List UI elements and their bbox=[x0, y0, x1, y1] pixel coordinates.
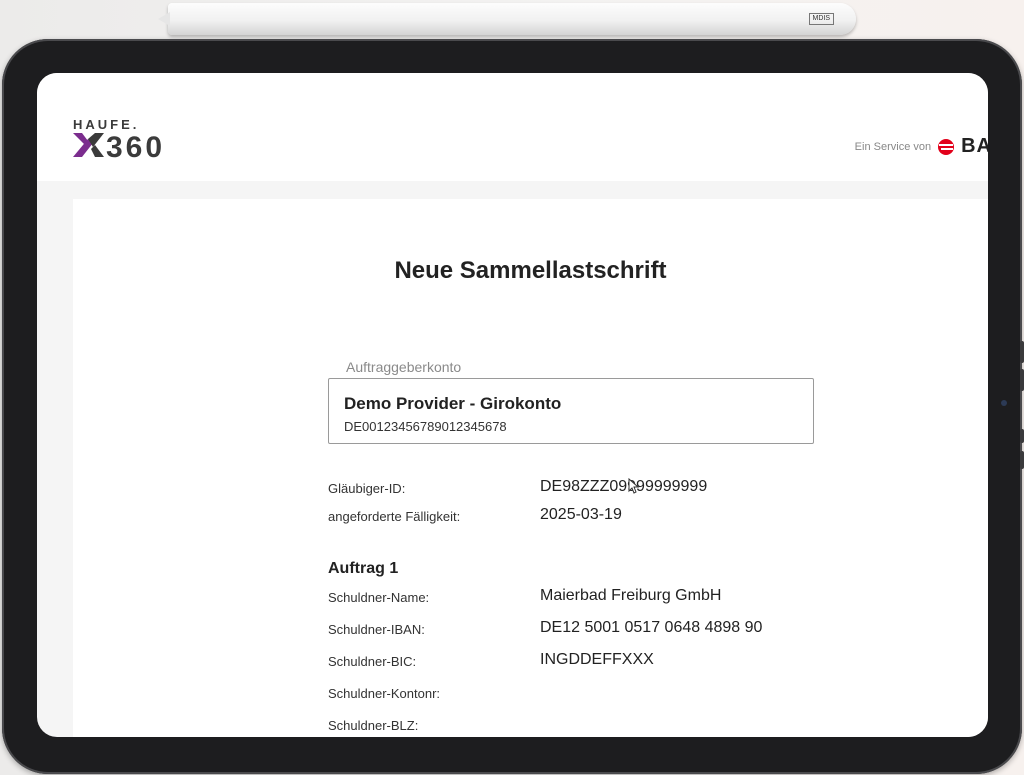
haufe-x360-logo: 360 bbox=[73, 131, 165, 159]
account-select[interactable]: Demo Provider - Girokonto DE001234567890… bbox=[328, 378, 814, 444]
service-provider: Ein Service von BA bbox=[855, 135, 988, 158]
debtor-iban-value: DE12 5001 0517 0648 4898 90 bbox=[540, 619, 763, 636]
service-brand: BA bbox=[961, 135, 988, 157]
debtor-name-label: Schuldner-Name: bbox=[328, 590, 430, 605]
debtor-iban-label: Schuldner-IBAN: bbox=[328, 622, 425, 637]
stylus-brand: MDIS bbox=[808, 13, 834, 25]
debtor-bic-label: Schuldner-BIC: bbox=[328, 654, 417, 669]
account-iban: DE00123456789012345678 bbox=[344, 419, 507, 434]
tablet-side-button bbox=[1020, 429, 1024, 443]
tablet-side-button bbox=[1020, 369, 1024, 391]
creditor-id-label: Gläubiger-ID: bbox=[328, 481, 406, 496]
tablet-side-button bbox=[1020, 451, 1024, 469]
service-text: Ein Service von bbox=[854, 140, 932, 153]
order-title: Auftrag 1 bbox=[328, 560, 399, 577]
page-title: Neue Sammellastschrift bbox=[394, 257, 667, 284]
debtor-bic-value: INGDDEFFXXX bbox=[540, 651, 654, 668]
bank-logo-icon bbox=[938, 138, 955, 155]
stylus: MDIS bbox=[158, 3, 856, 35]
due-date-label: angeforderte Fälligkeit: bbox=[328, 509, 461, 524]
mouse-cursor-icon bbox=[628, 478, 640, 494]
form-card: Neue Sammellastschrift Auftraggeberkonto… bbox=[73, 199, 988, 737]
tablet-frame: HAUFE. 360 Ein Service von BA Neue Samme… bbox=[2, 39, 1024, 774]
stylus-tip bbox=[158, 12, 170, 26]
account-label: Auftraggeberkonto bbox=[346, 359, 462, 375]
debtor-name-value: Maierbad Freiburg GmbH bbox=[540, 587, 722, 604]
tablet-side-button bbox=[1020, 341, 1024, 363]
svg-text:360: 360 bbox=[106, 131, 165, 159]
debtor-bank-code-label: Schuldner-BLZ: bbox=[328, 718, 419, 733]
app-header: HAUFE. 360 Ein Service von BA bbox=[37, 73, 988, 181]
camera-icon bbox=[1001, 400, 1007, 406]
due-date-value: 2025-03-19 bbox=[540, 506, 622, 523]
screen: HAUFE. 360 Ein Service von BA Neue Samme… bbox=[37, 73, 988, 737]
creditor-id-value: DE98ZZZ09999999999 bbox=[540, 478, 708, 495]
debtor-account-number-label: Schuldner-Kontonr: bbox=[328, 686, 441, 701]
account-name: Demo Provider - Girokonto bbox=[344, 394, 562, 413]
